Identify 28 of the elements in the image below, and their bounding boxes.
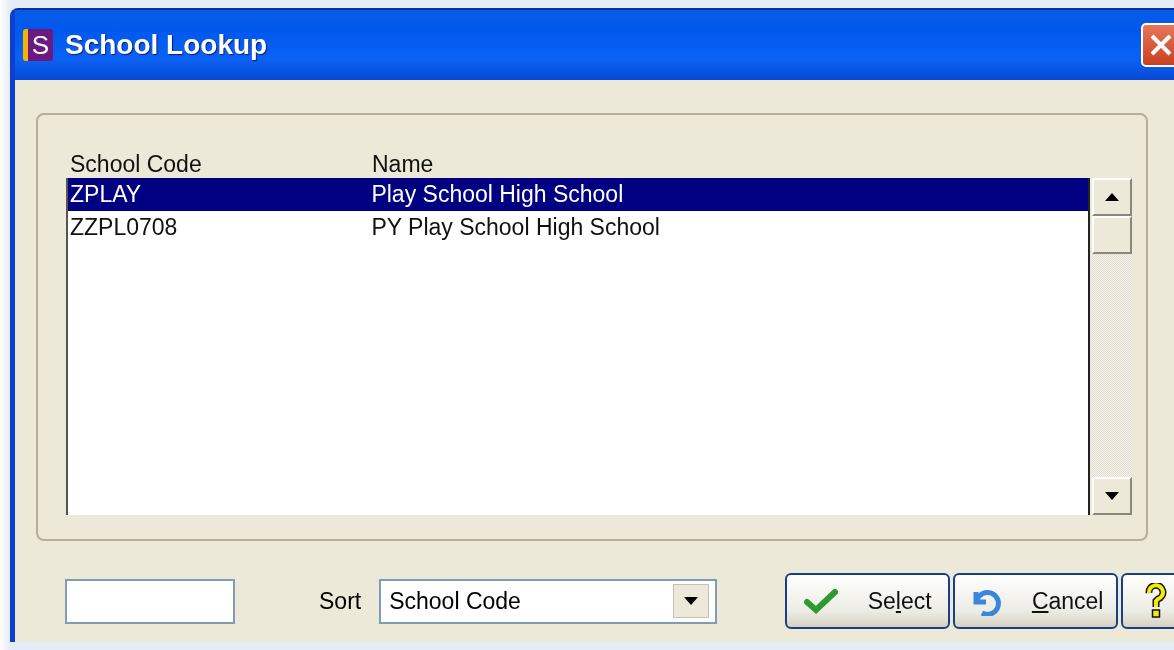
window-title: School Lookup	[65, 29, 269, 61]
list-cell-text: Play School High School	[370, 181, 625, 208]
close-button[interactable]	[1141, 23, 1174, 67]
search-field[interactable]	[65, 578, 235, 624]
check-icon	[803, 588, 838, 614]
dropdown-button[interactable]	[673, 584, 710, 618]
list-cell-text: PY Play School High School	[370, 214, 661, 241]
list-row[interactable]: ZPLAY Play School High School	[68, 178, 1088, 211]
cancel-button[interactable]: Cancel	[953, 573, 1119, 629]
column-header: Name	[371, 151, 435, 178]
app-icon: S	[23, 29, 53, 61]
down-triangle-icon	[1105, 492, 1119, 500]
list-cell-text: ZZPL0708	[69, 214, 179, 241]
list-row[interactable]: ZZPL0708 PY Play School High School	[68, 211, 1088, 244]
sort-dropdown[interactable]: School Code	[379, 578, 718, 624]
scroll-thumb[interactable]	[1092, 216, 1132, 254]
close-icon	[1149, 33, 1173, 57]
up-triangle-icon	[1105, 193, 1119, 201]
sort-label: Sort	[319, 587, 362, 615]
scroll-down-button[interactable]	[1092, 477, 1132, 515]
down-triangle-icon	[684, 597, 699, 605]
column-header: School Code	[69, 151, 203, 178]
scrollbar[interactable]	[1092, 178, 1132, 515]
select-button[interactable]: Select	[785, 573, 951, 629]
help-button[interactable]	[1121, 573, 1174, 629]
question-mark-icon	[1145, 583, 1168, 619]
scroll-up-button[interactable]	[1092, 178, 1132, 216]
list-cell-text: ZPLAY	[69, 181, 143, 208]
